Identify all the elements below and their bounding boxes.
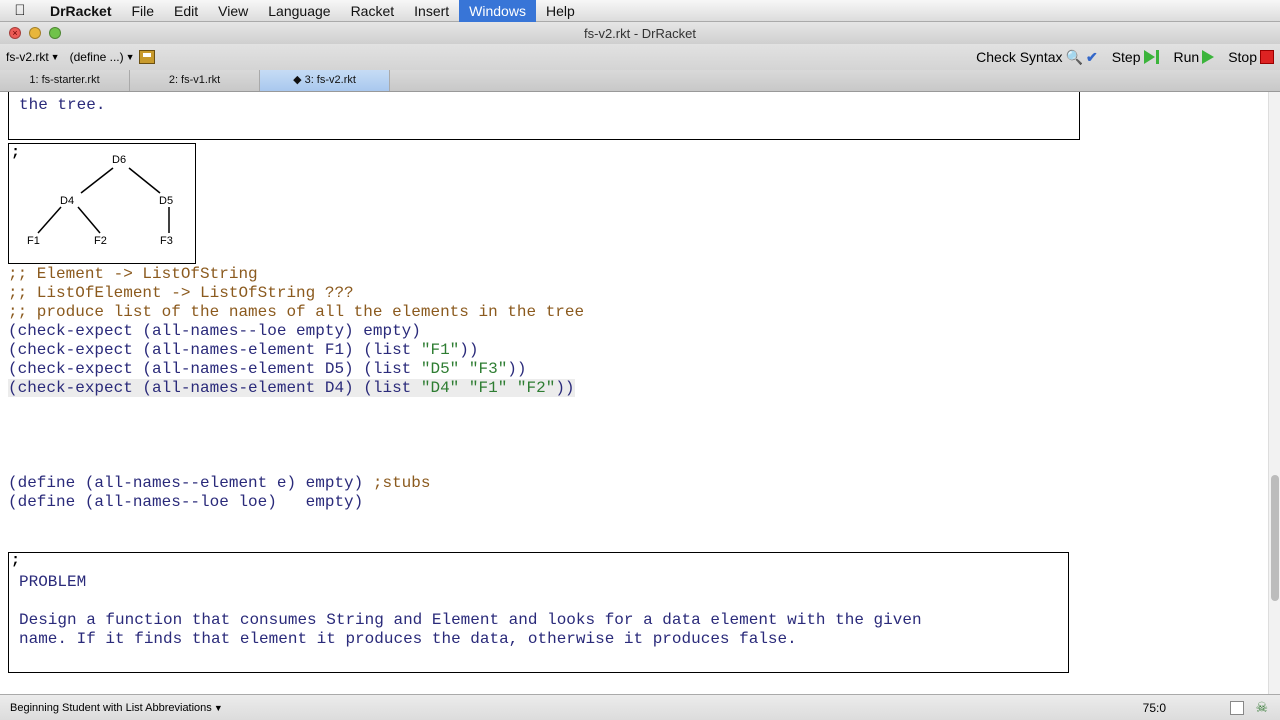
chevron-down-icon: ▼ — [50, 52, 60, 62]
menu-insert[interactable]: Insert — [404, 0, 459, 22]
tab-fs-v2[interactable]: ◆ 3: fs-v2.rkt — [260, 70, 390, 91]
comment-line-signature: ;; Element -> ListOfString — [8, 265, 258, 283]
cursor-position: 75:0 — [1142, 700, 1166, 715]
menu-bar:  DrRacket File Edit View Language Racke… — [0, 0, 1280, 22]
string-literal: "F1" — [468, 379, 508, 397]
problem-text-line-1: Design a function that consumes String a… — [19, 611, 922, 629]
comment-line-purpose: ;; produce list of the names of all the … — [8, 303, 585, 321]
string-literal: "D5" — [420, 360, 460, 378]
run-button[interactable]: Run — [1174, 49, 1215, 65]
menu-language[interactable]: Language — [258, 0, 340, 22]
comment-line-signature-loe: ;; ListOfElement -> ListOfString ??? — [8, 284, 354, 302]
menu-help[interactable]: Help — [536, 0, 585, 22]
tree-diagram-box: ; D6 D4 D5 F1 F2 F3 — [8, 143, 196, 264]
tree-node-d4: D4 — [60, 195, 75, 207]
tab-fs-starter[interactable]: 1: fs-starter.rkt — [0, 70, 130, 91]
code-text: (check-expect (all-names-element F1) (li… — [8, 341, 421, 359]
vertical-scrollbar[interactable] — [1268, 92, 1280, 694]
code-text: (check-expect (all-names-element D4) (li… — [8, 379, 421, 397]
chevron-down-icon: ▼ — [213, 702, 223, 713]
code-line-define-element: (define (all-names--element e) empty) ;s… — [8, 474, 430, 493]
file-dropdown-label: fs-v2.rkt — [6, 50, 49, 64]
code-text: )) — [459, 341, 479, 359]
string-literal: "F1" — [420, 341, 460, 359]
tab-bar: 1: fs-starter.rkt 2: fs-v1.rkt ◆ 3: fs-v… — [0, 70, 1280, 92]
minimize-icon[interactable] — [29, 27, 41, 39]
menu-windows[interactable]: Windows — [459, 0, 536, 22]
apple-icon[interactable]:  — [0, 2, 40, 19]
code-line-check-expect-3: (check-expect (all-names-element D5) (li… — [8, 360, 527, 379]
tree-node-d6: D6 — [112, 154, 127, 166]
menu-view[interactable]: View — [208, 0, 258, 22]
code-line-check-expect-1: (check-expect (all-names--loe empty) emp… — [8, 322, 421, 341]
menu-racket[interactable]: Racket — [341, 0, 405, 22]
step-label: Step — [1111, 49, 1141, 65]
step-icon — [1143, 50, 1160, 64]
tab-fs-v1[interactable]: 2: fs-v1.rkt — [130, 70, 260, 91]
close-icon[interactable]: × — [9, 27, 21, 39]
stop-label: Stop — [1228, 49, 1257, 65]
code-text: )) — [507, 360, 527, 378]
toolbar: fs-v2.rkt ▼ (define ...) ▼ Check Syntax … — [0, 44, 1280, 70]
status-indicator-box — [1230, 701, 1244, 715]
define-dropdown-label: (define ...) — [69, 50, 124, 64]
problem-text-line-2: name. If it finds that element it produc… — [19, 630, 797, 648]
problem-comment-box: ; PROBLEM Design a function that consume… — [8, 552, 1069, 673]
checkmark-icon: ✔ — [1085, 48, 1098, 65]
menu-app[interactable]: DrRacket — [40, 0, 121, 22]
comment-box-marker: ; — [11, 552, 21, 569]
tree-node-f1: F1 — [27, 235, 40, 247]
run-icon — [1202, 50, 1215, 64]
language-label: Beginning Student with List Abbreviation… — [10, 701, 212, 714]
string-literal: "D4" — [420, 379, 460, 397]
tree-node-f3: F3 — [160, 235, 173, 247]
tree-node-f2: F2 — [94, 235, 107, 247]
tree-node-d5: D5 — [159, 195, 174, 207]
code-text: (define (all-names--element e) empty) — [8, 474, 373, 492]
problem-title: PROBLEM — [19, 573, 87, 591]
chevron-down-icon: ▼ — [125, 52, 135, 62]
menu-edit[interactable]: Edit — [164, 0, 208, 22]
string-literal: "F2" — [516, 379, 556, 397]
code-text: (check-expect (all-names-element D5) (li… — [8, 360, 421, 378]
run-label: Run — [1173, 49, 1200, 65]
highlighted-expression: (check-expect (all-names-element D4) (li… — [8, 379, 575, 397]
magnifier-icon: 🔍 — [1065, 48, 1083, 65]
stubs-comment: ;stubs — [372, 474, 431, 492]
definitions-editor[interactable]: the tree. ; D6 D4 D5 F1 F2 F3 ;; Element… — [0, 92, 1268, 694]
window-title: fs-v2.rkt - DrRacket — [584, 25, 696, 41]
code-line-check-expect-4: (check-expect (all-names-element D4) (li… — [8, 379, 575, 398]
step-button[interactable]: Step — [1112, 49, 1160, 65]
language-selector[interactable]: Beginning Student with List Abbreviation… — [0, 702, 223, 714]
file-dropdown[interactable]: fs-v2.rkt ▼ — [6, 50, 60, 64]
comment-box-top: the tree. — [8, 92, 1080, 140]
check-syntax-button[interactable]: Check Syntax 🔍 ✔ — [976, 49, 1098, 66]
running-figure-icon: ☠ — [1255, 699, 1268, 715]
check-syntax-label: Check Syntax — [976, 49, 1063, 65]
code-line-check-expect-2: (check-expect (all-names-element F1) (li… — [8, 341, 478, 360]
string-literal: "F3" — [468, 360, 508, 378]
scrollbar-thumb[interactable] — [1271, 475, 1279, 601]
comment-box-text: the tree. — [19, 96, 106, 114]
stop-button[interactable]: Stop — [1228, 49, 1274, 65]
zoom-icon[interactable] — [49, 27, 61, 39]
window-controls: × — [0, 27, 61, 39]
define-dropdown[interactable]: (define ...) ▼ — [70, 50, 155, 64]
code-line-define-loe: (define (all-names--loe loe) empty) — [8, 493, 363, 512]
code-text: (check-expect (all-names--loe empty) emp… — [8, 322, 421, 340]
code-text: )) — [555, 379, 575, 397]
title-bar: × fs-v2.rkt - DrRacket — [0, 22, 1280, 44]
save-icon[interactable] — [138, 50, 155, 64]
code-text: (define (all-names--loe loe) empty) — [8, 493, 364, 511]
status-bar: Beginning Student with List Abbreviation… — [0, 694, 1280, 720]
stop-icon — [1260, 50, 1274, 64]
menu-file[interactable]: File — [121, 0, 164, 22]
